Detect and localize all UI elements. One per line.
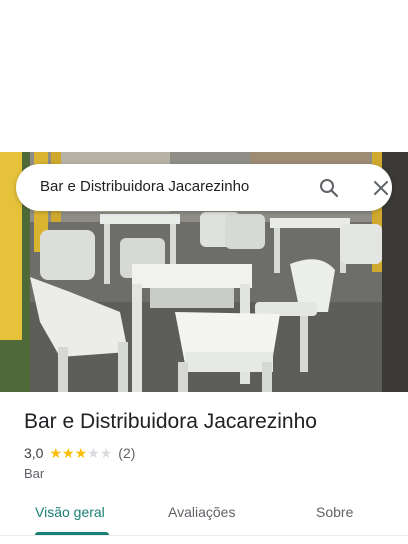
search-icon bbox=[320, 179, 339, 198]
star-icon: ★ bbox=[74, 445, 88, 461]
tab-bar: Visão geral Avaliações Sobre bbox=[0, 494, 408, 536]
star-icon: ★ bbox=[87, 445, 100, 461]
tab-divider bbox=[0, 535, 408, 536]
tab-reviews[interactable]: Avaliações bbox=[168, 504, 235, 520]
search-input[interactable]: Bar e Distribuidora Jacarezinho bbox=[40, 178, 249, 195]
place-title: Bar e Distribuidora Jacarezinho bbox=[24, 410, 317, 433]
review-count[interactable]: (2) bbox=[118, 445, 135, 461]
search-bar[interactable]: Bar e Distribuidora Jacarezinho bbox=[16, 164, 392, 211]
rating-value: 3,0 bbox=[24, 445, 44, 461]
star-icon: ★ bbox=[62, 445, 75, 461]
tab-about[interactable]: Sobre bbox=[316, 504, 353, 520]
tab-overview[interactable]: Visão geral bbox=[35, 504, 105, 520]
close-button[interactable] bbox=[368, 175, 394, 201]
star-icon: ★ bbox=[49, 445, 63, 461]
rating-row: 3,0 ★ ★ ★ ★ ★ (2) bbox=[24, 444, 135, 462]
place-category[interactable]: Bar bbox=[24, 466, 44, 481]
close-icon bbox=[374, 181, 388, 195]
star-icon: ★ bbox=[99, 445, 113, 461]
search-button[interactable] bbox=[316, 175, 342, 201]
star-rating: ★ ★ ★ ★ ★ bbox=[49, 446, 112, 460]
